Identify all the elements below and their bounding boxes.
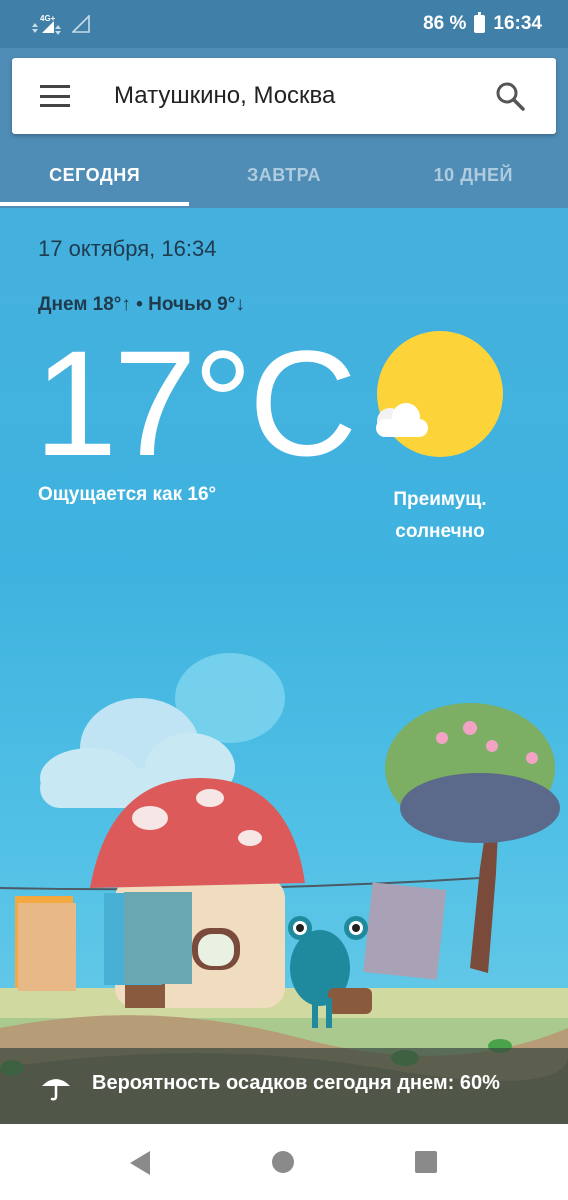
- navigation-bar: [0, 1124, 568, 1200]
- location-title[interactable]: Матушкино, Москва: [114, 80, 335, 112]
- condition-line-1: Преимущ.: [393, 489, 487, 510]
- home-icon[interactable]: [272, 1151, 294, 1173]
- status-time: 16:34: [493, 13, 542, 34]
- status-bar: 4G+ 86 % 16:34: [0, 0, 568, 48]
- tab-tomorrow[interactable]: ЗАВТРА: [189, 142, 378, 208]
- umbrella-icon: [42, 1079, 70, 1101]
- battery-percent: 86 %: [423, 13, 467, 34]
- battery-icon: [474, 12, 486, 33]
- location-search-bar[interactable]: Матушкино, Москва: [12, 58, 556, 134]
- condition-text: Преимущ. солнечно: [360, 484, 520, 548]
- feels-like: Ощущается как 16°: [38, 484, 217, 505]
- network-4g-icon: 4G+: [32, 14, 61, 35]
- date-time: 17 октября, 16:34: [38, 236, 217, 261]
- svg-text:4G+: 4G+: [40, 14, 56, 23]
- menu-icon[interactable]: [40, 82, 72, 110]
- recents-icon[interactable]: [415, 1151, 437, 1173]
- search-icon[interactable]: [494, 80, 526, 112]
- tab-10-days[interactable]: 10 ДНЕЙ: [379, 142, 568, 208]
- header: Матушкино, Москва СЕГОДНЯ ЗАВТРА 10 ДНЕЙ: [0, 48, 568, 208]
- tab-today[interactable]: СЕГОДНЯ: [0, 142, 190, 208]
- day-night-temps: Днем 18°↑ • Ночью 9°↓: [38, 294, 245, 315]
- sun-partly-cloudy-icon: [376, 331, 503, 457]
- tab-bar: СЕГОДНЯ ЗАВТРА 10 ДНЕЙ: [0, 142, 568, 208]
- weather-panel: 17 октября, 16:34 Днем 18°↑ • Ночью 9°↓ …: [0, 208, 568, 1124]
- status-left: 4G+: [32, 12, 90, 36]
- precipitation-text: Вероятность осадков сегодня днем: 60%: [92, 1072, 500, 1094]
- condition-line-2: солнечно: [395, 521, 485, 542]
- status-right: 86 % 16:34: [423, 12, 542, 36]
- signal-empty-icon: [72, 15, 90, 33]
- back-icon[interactable]: [128, 1150, 152, 1176]
- current-temperature: 17°C: [34, 319, 357, 487]
- precipitation-bar[interactable]: Вероятность осадков сегодня днем: 60%: [0, 1048, 568, 1124]
